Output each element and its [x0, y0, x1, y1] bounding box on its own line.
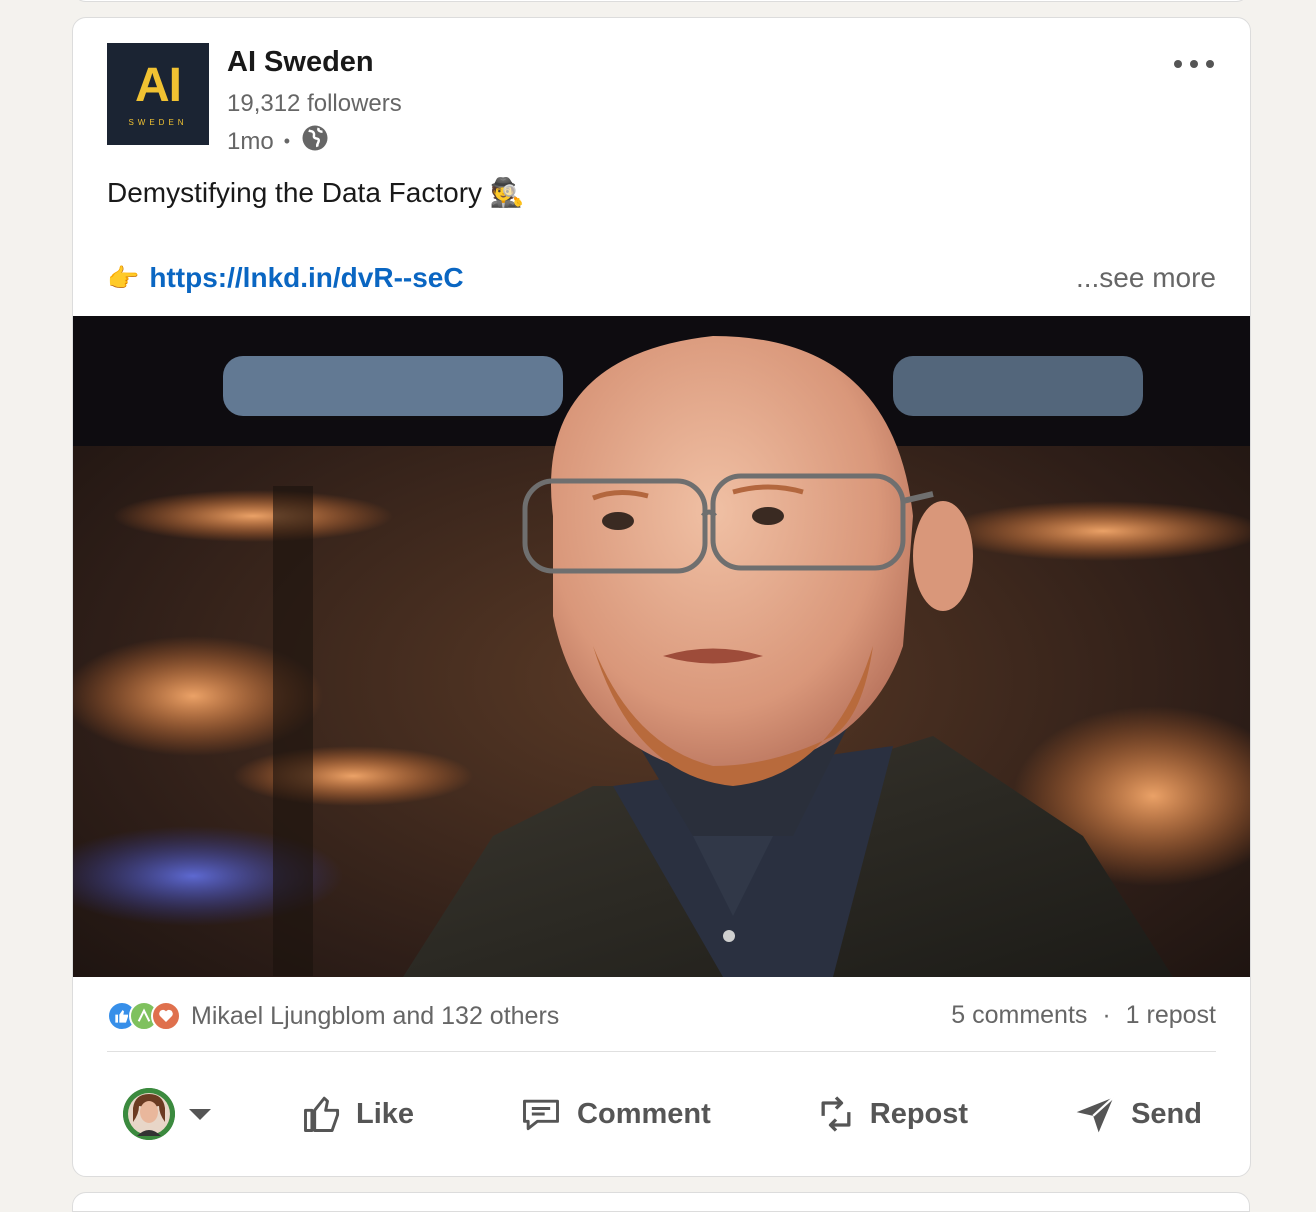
post-image[interactable] [73, 316, 1250, 977]
comment-icon [523, 1099, 559, 1131]
author-name[interactable]: AI Sweden [227, 46, 374, 79]
post-link[interactable]: https://lnkd.in/dvR--seC [149, 262, 463, 294]
comment-button[interactable]: Comment [503, 1092, 725, 1136]
like-label: Like [356, 1097, 415, 1130]
more-options-icon[interactable] [1172, 46, 1216, 76]
next-post-card [72, 1192, 1250, 1212]
actor-switcher[interactable] [107, 1088, 211, 1140]
divider [107, 1051, 1216, 1052]
globe-icon [300, 123, 330, 160]
comment-label: Comment [577, 1097, 711, 1130]
repost-button[interactable]: Repost [800, 1090, 982, 1138]
repost-label: Repost [869, 1097, 969, 1130]
post-time: 1mo [227, 127, 274, 155]
post-text: Demystifying the Data Factory 🕵️ [107, 177, 525, 208]
thumbs-up-icon [304, 1096, 340, 1132]
avatar [123, 1088, 175, 1140]
feed-post: AI SWEDEN AI Sweden 19,312 followers 1mo… [72, 17, 1251, 1177]
portrait-photo [73, 316, 1250, 977]
reactions-text: Mikael Ljungblom and 132 others [191, 1001, 560, 1030]
pointing-hand-emoji: 👉 [107, 262, 140, 293]
see-more-button[interactable]: ...see more [1076, 262, 1216, 294]
reaction-icons [107, 1001, 181, 1031]
repost-icon [821, 1096, 851, 1132]
social-counts: 5 comments · 1 repost [951, 1001, 1216, 1030]
action-bar: Like Comment Repost Send [107, 1078, 1216, 1150]
reposts-count[interactable]: 1 repost [1126, 1001, 1216, 1029]
send-label: Send [1131, 1097, 1202, 1130]
love-icon [151, 1001, 181, 1031]
company-logo[interactable]: AI SWEDEN [107, 43, 209, 145]
previous-post-card [72, 0, 1250, 2]
chevron-down-icon[interactable] [189, 1108, 211, 1120]
reactions-summary[interactable]: Mikael Ljungblom and 132 others [107, 1001, 559, 1031]
post-meta: 1mo • [227, 123, 330, 160]
comments-count[interactable]: 5 comments [951, 1001, 1087, 1029]
post-link-row: 👉 https://lnkd.in/dvR--seC [107, 262, 464, 294]
meta-separator: • [283, 131, 290, 151]
like-button[interactable]: Like [286, 1092, 428, 1136]
counts-separator: · [1102, 1001, 1111, 1029]
send-icon [1076, 1096, 1115, 1133]
send-button[interactable]: Send [1057, 1092, 1216, 1136]
follower-count: 19,312 followers [227, 90, 402, 117]
logo-text: AI [135, 58, 182, 112]
logo-subtext: SWEDEN [128, 117, 188, 127]
